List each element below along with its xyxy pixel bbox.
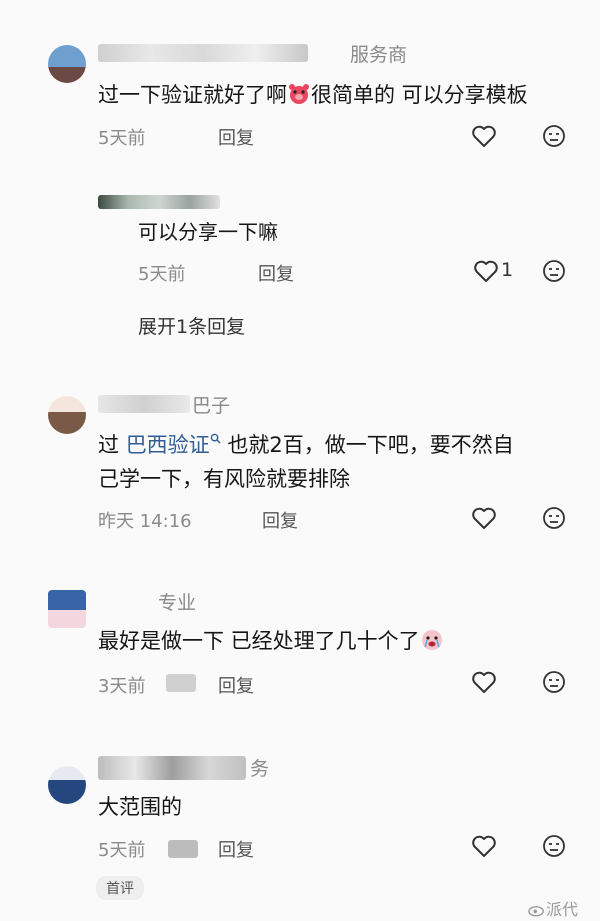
reply-button[interactable]: 回复 — [258, 260, 294, 286]
avatar[interactable] — [48, 590, 86, 628]
watermark-text: 派代 — [546, 900, 579, 919]
comment-text-part: 过一下验证就好了啊 — [98, 83, 287, 107]
username-blur — [98, 395, 190, 413]
heart-outline-icon[interactable] — [471, 834, 497, 858]
username-blur — [98, 756, 246, 780]
dislike-face-icon[interactable] — [542, 670, 566, 694]
reply-text: 可以分享一下嘛 — [138, 220, 278, 244]
location-blur — [166, 674, 196, 692]
dislike-face-icon[interactable] — [542, 834, 566, 858]
reply-button[interactable]: 回复 — [218, 672, 254, 698]
pig-emoji-icon — [289, 84, 309, 104]
comment-text: 过 巴西验证 也就2百，做一下吧，要不然自己学一下，有风险就要排除 — [98, 428, 568, 496]
username-blur — [98, 195, 220, 209]
first-comment-badge: 首评 — [96, 876, 144, 900]
comment-text: 最好是做一下 已经处理了几十个了 — [98, 624, 444, 658]
keyword-link[interactable]: 巴西验证 — [126, 433, 210, 457]
comment-text-part: 己学一下，有风险就要排除 — [98, 467, 350, 491]
avatar[interactable] — [48, 45, 86, 83]
heart-outline-icon[interactable] — [471, 670, 497, 694]
location-blur — [168, 840, 198, 858]
dislike-face-icon[interactable] — [542, 259, 566, 283]
reply-button[interactable]: 回复 — [262, 507, 298, 533]
comment-text-part: 最好是做一下 已经处理了几十个了 — [98, 629, 420, 653]
weibo-logo-icon — [528, 906, 544, 917]
search-icon[interactable] — [210, 433, 221, 444]
dislike-face-icon[interactable] — [542, 124, 566, 148]
avatar[interactable] — [48, 766, 86, 804]
username-blur — [98, 44, 308, 62]
comment-text-part: 很简单的 可以分享模板 — [311, 83, 528, 107]
username-suffix: 服务商 — [350, 44, 408, 66]
comment-text-part: 也就2百，做一下吧，要不然自 — [220, 433, 514, 457]
expand-replies-button[interactable]: 展开1条回复 — [138, 312, 245, 339]
like-count: 1 — [501, 259, 514, 281]
comment-text: 过一下验证就好了啊 很简单的 可以分享模板 — [98, 78, 528, 112]
comment-time: 3天前 — [98, 676, 146, 697]
comment-time: 昨天 14:16 — [98, 511, 192, 532]
reply-time: 5天前 — [138, 264, 186, 285]
reply-button[interactable]: 回复 — [218, 836, 254, 862]
username-suffix: 巴子 — [192, 395, 231, 417]
dislike-face-icon[interactable] — [542, 506, 566, 530]
username-suffix: 专业 — [158, 592, 197, 614]
comment-text: 大范围的 — [98, 795, 182, 819]
avatar[interactable] — [48, 396, 86, 434]
comment-time: 5天前 — [98, 128, 146, 149]
comment-text-part: 过 — [98, 433, 126, 457]
username-suffix: 务 — [250, 758, 270, 780]
reply-button[interactable]: 回复 — [218, 124, 254, 150]
crying-face-emoji-icon — [421, 630, 442, 650]
watermark: 派代 — [528, 896, 578, 920]
comment-list: 服务商 过一下验证就好了啊 很简单的 可以分享模板 5天前 回复 可以分享一下嘛 … — [0, 0, 600, 921]
comment-time: 5天前 — [98, 840, 146, 861]
heart-outline-icon[interactable] — [473, 259, 499, 283]
heart-outline-icon[interactable] — [471, 124, 497, 148]
heart-outline-icon[interactable] — [471, 506, 497, 530]
